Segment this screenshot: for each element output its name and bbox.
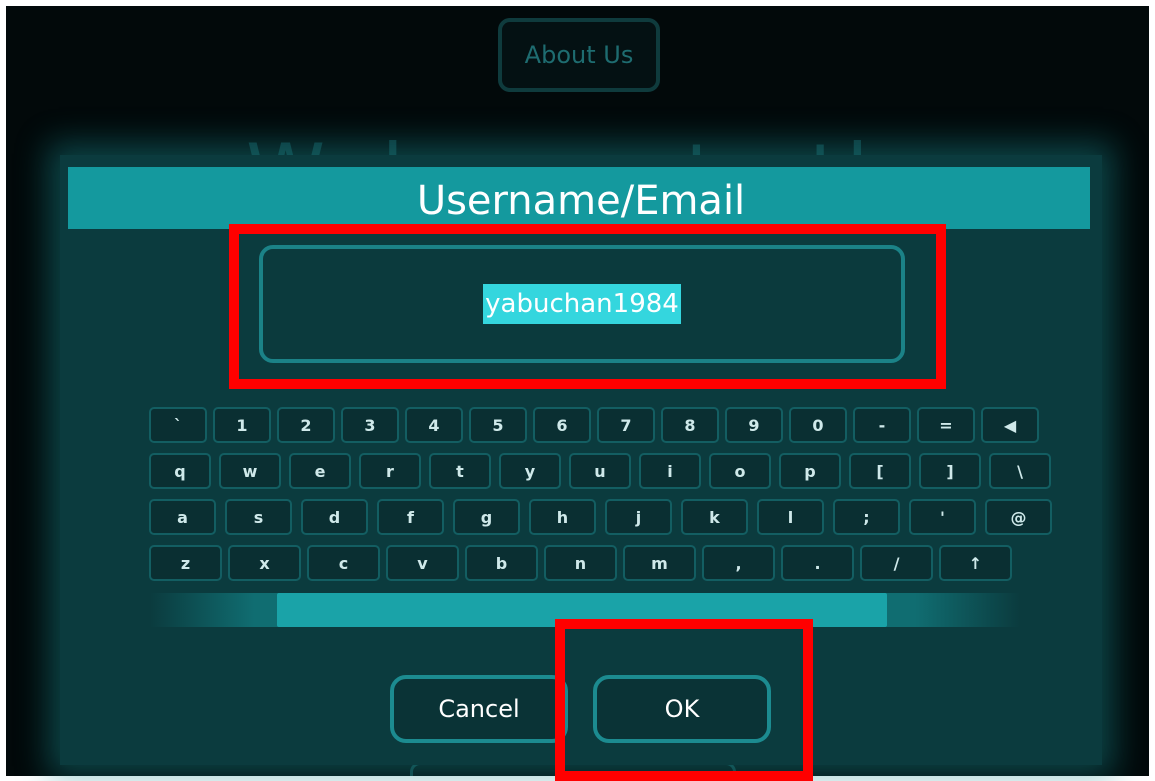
- keyboard-row-4: z x c v b n m,. / ↑: [149, 545, 1012, 581]
- key-x[interactable]: x: [228, 545, 301, 581]
- key-backslash[interactable]: \: [989, 453, 1051, 489]
- key-p[interactable]: p: [779, 453, 841, 489]
- username-dialog: Username/Email yabuchan1984 ` 1 2 3 4 5 6 7 8 9 0-…: [60, 155, 1102, 765]
- key-equals[interactable]: =: [917, 407, 975, 443]
- key-7[interactable]: 7: [597, 407, 655, 443]
- key-5[interactable]: 5: [469, 407, 527, 443]
- key-2[interactable]: 2: [277, 407, 335, 443]
- key-y[interactable]: y: [499, 453, 561, 489]
- key-quote[interactable]: ': [909, 499, 976, 535]
- key-g[interactable]: g: [453, 499, 520, 535]
- screen: About Us Welcome to the world of Usernam…: [0, 0, 1155, 781]
- spacebar-key[interactable]: [277, 593, 887, 627]
- key-f[interactable]: f: [377, 499, 444, 535]
- key-4[interactable]: 4: [405, 407, 463, 443]
- key-b[interactable]: b: [465, 545, 538, 581]
- key-right-bracket[interactable]: ]: [919, 453, 981, 489]
- key-9[interactable]: 9: [725, 407, 783, 443]
- keyboard-row-3: a s d f g h j k l; ' @: [149, 499, 1052, 535]
- key-backtick[interactable]: `: [149, 407, 207, 443]
- key-r[interactable]: r: [359, 453, 421, 489]
- key-left-bracket[interactable]: [: [849, 453, 911, 489]
- key-j[interactable]: j: [605, 499, 672, 535]
- key-6[interactable]: 6: [533, 407, 591, 443]
- key-w[interactable]: w: [219, 453, 281, 489]
- ok-button[interactable]: OK: [593, 675, 771, 743]
- key-shift[interactable]: ↑: [939, 545, 1012, 581]
- key-a[interactable]: a: [149, 499, 216, 535]
- key-at[interactable]: @: [985, 499, 1052, 535]
- key-slash[interactable]: /: [860, 545, 933, 581]
- key-0[interactable]: 0: [789, 407, 847, 443]
- key-o[interactable]: o: [709, 453, 771, 489]
- key-3[interactable]: 3: [341, 407, 399, 443]
- key-k[interactable]: k: [681, 499, 748, 535]
- key-z[interactable]: z: [149, 545, 222, 581]
- key-backspace[interactable]: ◀: [981, 407, 1039, 443]
- key-q[interactable]: q: [149, 453, 211, 489]
- username-input-value: yabuchan1984: [483, 284, 681, 324]
- key-h[interactable]: h: [529, 499, 596, 535]
- dialog-title: Username/Email: [416, 178, 746, 224]
- key-comma[interactable]: ,: [702, 545, 775, 581]
- key-v[interactable]: v: [386, 545, 459, 581]
- key-semicolon[interactable]: ;: [833, 499, 900, 535]
- keyboard-row-2: q w e r t y u i o p[] \: [149, 453, 1051, 489]
- cancel-button[interactable]: Cancel: [390, 675, 568, 743]
- key-m[interactable]: m: [623, 545, 696, 581]
- key-d[interactable]: d: [301, 499, 368, 535]
- key-l[interactable]: l: [757, 499, 824, 535]
- key-c[interactable]: c: [307, 545, 380, 581]
- key-minus[interactable]: -: [853, 407, 911, 443]
- username-input[interactable]: yabuchan1984: [259, 245, 905, 363]
- key-s[interactable]: s: [225, 499, 292, 535]
- key-1[interactable]: 1: [213, 407, 271, 443]
- key-i[interactable]: i: [639, 453, 701, 489]
- key-u[interactable]: u: [569, 453, 631, 489]
- key-n[interactable]: n: [544, 545, 617, 581]
- key-period[interactable]: .: [781, 545, 854, 581]
- key-8[interactable]: 8: [661, 407, 719, 443]
- key-t[interactable]: t: [429, 453, 491, 489]
- key-e[interactable]: e: [289, 453, 351, 489]
- keyboard-row-1: ` 1 2 3 4 5 6 7 8 9 0- = ◀: [149, 407, 1039, 443]
- about-us-button[interactable]: About Us: [498, 18, 660, 92]
